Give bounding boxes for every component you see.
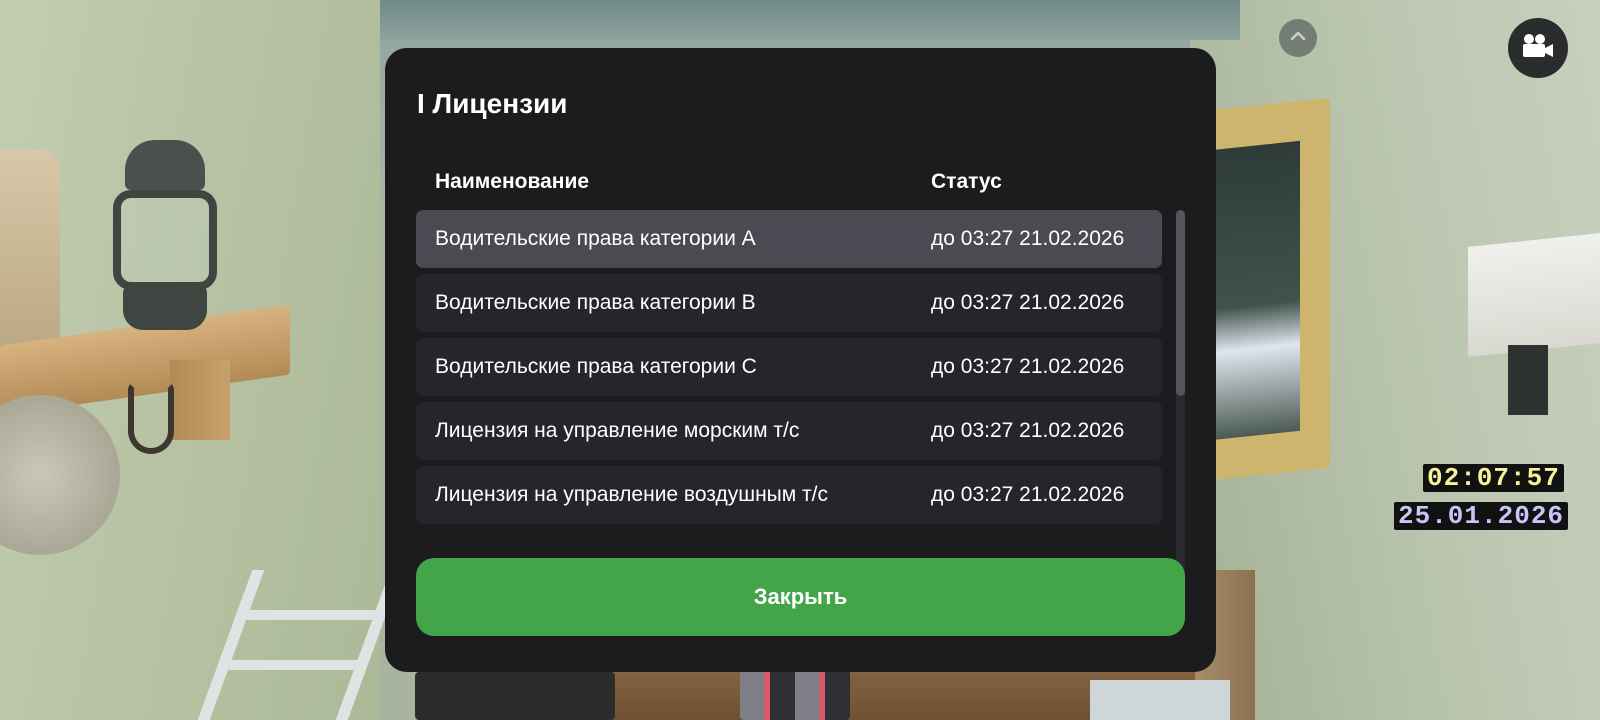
license-name: Лицензия на управление воздушным т/с <box>435 483 828 506</box>
license-name: Водительские права категории B <box>435 291 756 314</box>
license-name: Водительские права категории A <box>435 227 756 250</box>
close-button[interactable]: Закрыть <box>416 558 1185 636</box>
column-header-name: Наименование <box>435 170 590 193</box>
license-row[interactable]: Водительские права категории A до 03:27 … <box>416 210 1162 268</box>
player-legs <box>740 670 850 720</box>
hud-clock-time: 02:07:57 <box>1423 464 1564 492</box>
license-name: Лицензия на управление морским т/с <box>435 419 800 442</box>
license-status: до 03:27 21.02.2026 <box>931 227 1125 250</box>
license-name: Водительские права категории C <box>435 355 757 378</box>
wall-lamp-stem <box>1508 345 1548 415</box>
licenses-modal: I Лицензии Наименование Статус Водительс… <box>385 48 1216 672</box>
modal-title: I Лицензии <box>417 88 568 119</box>
license-status: до 03:27 21.02.2026 <box>931 291 1125 314</box>
hud-clock-date: 25.01.2026 <box>1394 502 1569 530</box>
collapse-button[interactable] <box>1279 19 1317 57</box>
video-camera-icon <box>1521 33 1555 64</box>
license-status: до 03:27 21.02.2026 <box>931 355 1125 378</box>
license-row[interactable]: Водительские права категории B до 03:27 … <box>416 274 1162 332</box>
license-row[interactable]: Лицензия на управление воздушным т/с до … <box>416 466 1162 524</box>
license-status: до 03:27 21.02.2026 <box>931 419 1125 442</box>
shelf-bracket <box>170 360 230 440</box>
licenses-list[interactable]: Водительские права категории A до 03:27 … <box>416 210 1172 572</box>
license-row[interactable]: Лицензия на управление морским т/с до 03… <box>416 402 1162 460</box>
camera-button[interactable] <box>1508 18 1568 78</box>
license-status: до 03:27 21.02.2026 <box>931 483 1125 506</box>
wicker-basket <box>0 150 60 360</box>
coat-hook <box>128 382 174 454</box>
oil-lantern <box>105 140 225 330</box>
floor-box <box>1090 680 1230 720</box>
scrollbar-thumb[interactable] <box>1176 210 1185 396</box>
suitcase <box>415 672 615 720</box>
license-row[interactable]: Водительские права категории C до 03:27 … <box>416 338 1162 396</box>
ceiling <box>380 0 1240 40</box>
list-scrollbar[interactable] <box>1176 210 1185 572</box>
chevron-up-icon <box>1288 26 1308 51</box>
column-header-status: Статус <box>931 170 1002 193</box>
wall-lamp-shade <box>1468 233 1600 357</box>
